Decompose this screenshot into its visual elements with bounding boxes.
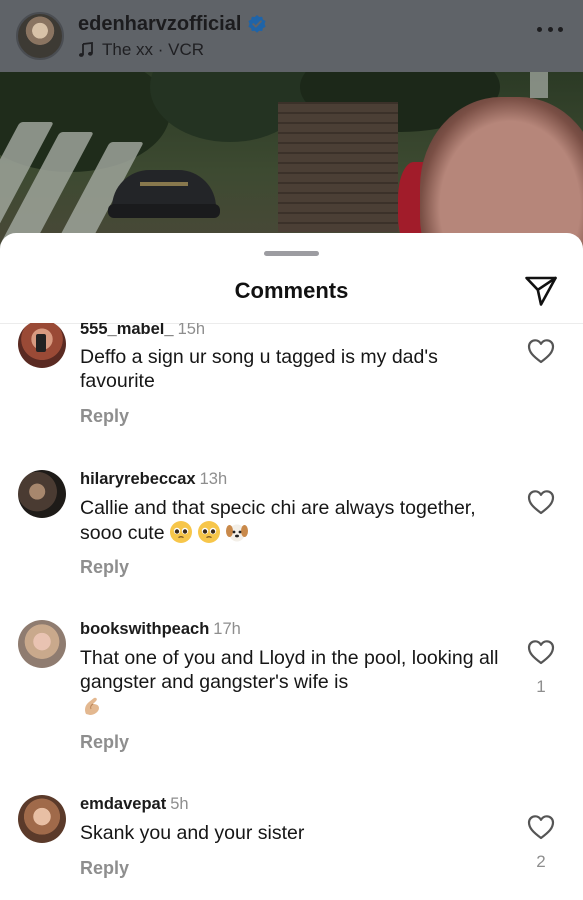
comment-text-block: Callie and that specic chi are always to… [80,496,505,545]
comments-sheet: Comments 555_mabel_ 15h Deffo a sign ur s… [0,233,583,900]
comment-time: 5h [170,795,189,813]
reply-button[interactable]: Reply [80,858,129,879]
post-audio-label: The xx · VCR [102,39,205,59]
sheet-title: Comments [234,278,349,303]
heart-icon[interactable] [527,489,555,515]
heart-icon[interactable] [527,639,555,665]
music-note-icon [79,41,93,57]
like-count: 1 [536,677,546,696]
heart-icon[interactable] [527,338,555,364]
post-header: edenharvzofficial The xx · VCR [0,0,583,72]
comment-time: 13h [199,470,228,488]
comment-avatar[interactable] [18,620,66,668]
comment-username[interactable]: hilaryrebeccax [80,470,196,488]
reply-button[interactable]: Reply [80,557,129,578]
verified-badge-icon [247,14,267,34]
paper-plane-icon[interactable] [524,275,558,307]
pleading-face-emoji [169,521,192,543]
more-options-icon[interactable] [537,27,563,35]
pinched-fingers-emoji [85,697,99,715]
reply-button[interactable]: Reply [80,406,129,427]
comment-avatar[interactable] [18,470,66,518]
post-audio-row[interactable]: The xx · VCR [78,40,267,60]
reply-button[interactable]: Reply [80,732,129,753]
comment-meta: bookswithpeach 17h [80,620,241,639]
comment-meta: emdavepat 5h [80,795,189,814]
comment-meta: hilaryrebeccax 13h [80,470,227,489]
pleading-face-emoji [197,521,220,543]
comment-avatar[interactable] [18,795,66,843]
comment-text: That one of you and Lloyd in the pool, l… [80,647,499,693]
comment-text: Deffo a sign ur song u tagged is my dad'… [80,346,438,392]
post-username[interactable]: edenharvzofficial [78,13,241,36]
sheet-drag-handle[interactable] [264,251,319,256]
heart-icon[interactable] [527,814,555,840]
comment-username[interactable]: emdavepat [80,795,166,813]
post-username-row[interactable]: edenharvzofficial [78,13,267,36]
comment-text: Skank you and your sister [80,822,305,844]
post-author-avatar[interactable] [16,12,64,60]
comment-time: 17h [213,620,241,638]
sheet-header-cover [0,313,583,323]
comment-text-block: That one of you and Lloyd in the pool, l… [80,646,505,719]
post-header-text: edenharvzofficial The xx · VCR [78,13,267,60]
comment-username[interactable]: bookswithpeach [80,620,209,638]
dog-face-emoji [225,524,248,542]
like-count: 2 [536,852,546,871]
comment-avatar[interactable] [18,320,66,368]
comment-text: Callie and that specic chi are always to… [80,497,476,544]
post-photo [0,72,583,252]
